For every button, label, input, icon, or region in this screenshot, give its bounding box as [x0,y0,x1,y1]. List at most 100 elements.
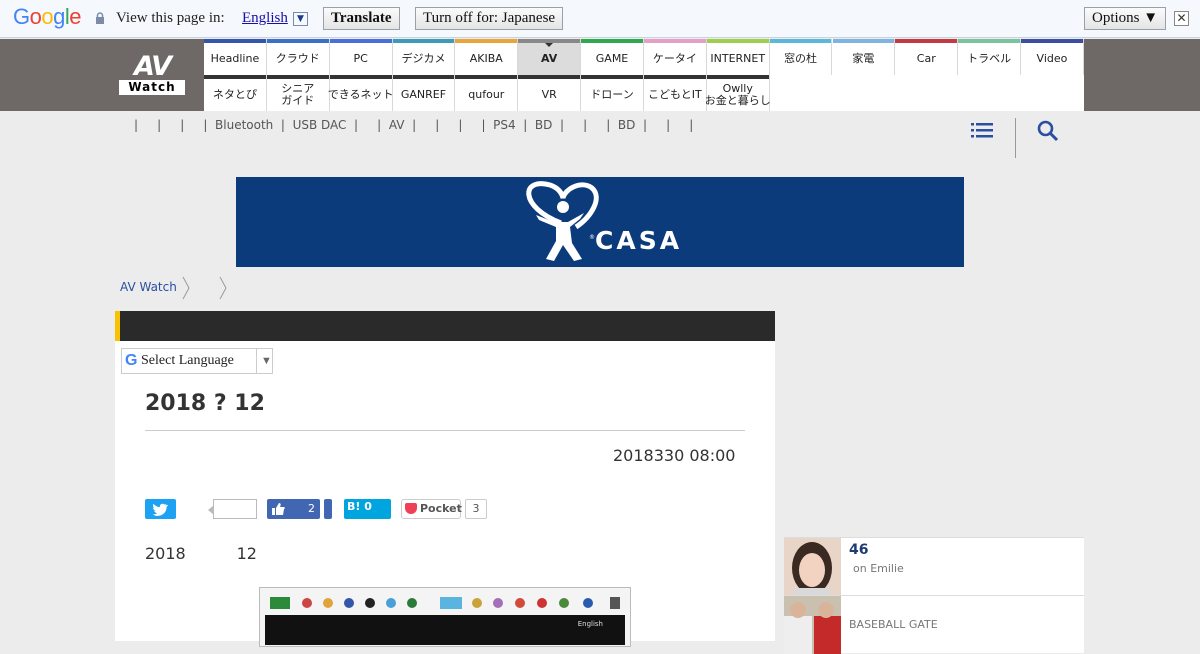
screenshot-english-label: English [577,620,603,628]
nav-item-label: GAME [595,52,629,65]
svg-text:CASA: CASA [595,226,682,255]
nav-color-bar [706,75,769,79]
google-logo-letter: o [41,4,54,29]
nav-item[interactable]: デジカメ [392,39,456,75]
nav-item[interactable]: ドローン [581,75,644,111]
sidebar-item-title: BASEBALL GATE [849,618,938,631]
header-divider [1015,118,1016,158]
facebook-share-button[interactable] [324,499,332,519]
av-watch-logo[interactable]: AV Watch [119,53,185,95]
sidebar-item-subtitle: on Emilie [853,562,904,575]
nav-item[interactable]: AKIBA [455,39,519,75]
nav-item[interactable]: INTERNET [706,39,770,75]
breadcrumb-chevron-icon [219,276,227,300]
lock-icon [96,12,104,24]
nav-item[interactable]: トラベル [958,39,1022,75]
sidebar-item[interactable]: 46 on Emilie [784,537,1084,596]
nav-item[interactable]: 家電 [832,39,896,75]
nav-item[interactable]: GANREF [392,75,456,111]
category-nav: Headline クラウド PC デジカメ AKIBA AV GAME ケータイ INTERNE… [204,39,1084,111]
menu-icon[interactable] [971,122,993,139]
nav-item[interactable]: できるネット [328,75,394,111]
nav-item-label: Video [1036,52,1068,65]
nav-item-label: Car [916,52,936,65]
nav-item-label: クラウド [275,52,320,65]
nav-color-bar [895,39,958,43]
nav-item[interactable]: PC [329,39,393,75]
google-logo-letter: g [53,4,65,29]
nav-item[interactable]: VR [518,75,582,111]
close-icon[interactable]: ✕ [1174,11,1189,26]
article-date: 2018330 08:00 [613,446,736,465]
nav-color-bar [455,39,518,43]
thumbs-up-icon [272,503,285,515]
nav-item-label: 窓の杜 [784,52,818,65]
pocket-label: Pocket [420,502,462,515]
article-screenshot-image[interactable]: English [259,587,631,647]
team-logos-row [270,597,620,609]
nav-item-label: ケータイ [652,52,697,65]
hatena-bookmark-button[interactable]: B! 0 [344,499,391,519]
select-language-label: Select Language [141,353,234,368]
sidebar-thumbnail [784,596,841,654]
sidebar-item[interactable]: BASEBALL GATE [784,595,1084,654]
banner-ad[interactable]: ® CASA [236,177,964,267]
nav-color-bar [581,39,643,43]
nav-item-label: AKIBA [469,52,503,65]
nav-item[interactable]: Owlly お金と暮らし [705,75,771,111]
nav-color-bar [832,39,895,43]
nav-color-bar [329,39,392,43]
nav-item[interactable]: Video [1021,39,1084,75]
nav-color-bar [769,39,832,43]
nav-color-bar [643,75,706,79]
translate-button[interactable]: Translate [323,7,400,30]
search-icon[interactable] [1037,120,1059,142]
nav-item-label: VR [541,88,557,101]
active-caret-icon [545,43,554,47]
twitter-share-button[interactable] [145,499,176,519]
tweet-count-bubble [208,499,257,519]
nav-item[interactable]: Car [895,39,959,75]
nav-color-bar [581,75,643,79]
nav-item-label: Headline [210,52,260,65]
nav-item[interactable]: 窓の杜 [769,39,833,75]
breadcrumb-chevron-icon [182,276,190,300]
translate-bar: Google View this page in: English ▼ Tran… [0,0,1200,38]
site-header: AV Watch Headline クラウド PC デジカメ AKIBA AV GAME ケー… [0,39,1200,111]
pocket-count: 3 [465,499,487,519]
view-page-label: View this page in: [116,10,225,26]
nav-item-label: qufour [468,88,505,101]
nav-item[interactable]: クラウド [266,39,330,75]
nav-item[interactable]: ケータイ [643,39,707,75]
nav-item[interactable]: こどもとIT [643,75,707,111]
title-divider [145,430,745,431]
pocket-button[interactable]: Pocket [401,499,462,519]
options-button[interactable]: Options ▼ [1084,7,1167,30]
nav-item-label: デジカメ [401,52,446,65]
breadcrumb-home[interactable]: AV Watch [120,280,177,294]
facebook-count: 2 [308,502,315,515]
logo-bottom: Watch [119,80,185,95]
select-language-dropdown[interactable]: G Select Language ▼ [121,348,273,374]
nav-color-bar [204,39,266,43]
nav-item[interactable]: ネタとぴ [204,75,267,111]
google-logo-letter: e [69,4,82,29]
nav-item[interactable]: GAME [581,39,644,75]
nav-item-label: トラベル [967,52,1012,65]
nav-item-label: AV [541,52,558,65]
nav-color-bar [329,75,392,79]
language-link[interactable]: English [242,10,288,27]
turn-off-button[interactable]: Turn off for: Japanese [415,7,564,30]
nav-item[interactable]: Headline [204,39,267,75]
article-header-bar [115,311,775,341]
nav-color-bar [266,39,329,43]
facebook-like-button[interactable]: 2 [267,499,320,519]
screenshot-dark-panel: English [265,615,625,645]
casa-logo: ® CASA [526,181,682,261]
language-dropdown-icon[interactable]: ▼ [293,12,308,26]
nav-item[interactable]: AV [518,39,582,75]
nav-item[interactable]: qufour [455,75,519,111]
sub-links[interactable]: | | | | Bluetooth | USB DAC | | AV | | |… [134,118,693,132]
nav-item[interactable]: シニア ガイド [266,75,330,111]
nav-color-bar [643,39,706,43]
